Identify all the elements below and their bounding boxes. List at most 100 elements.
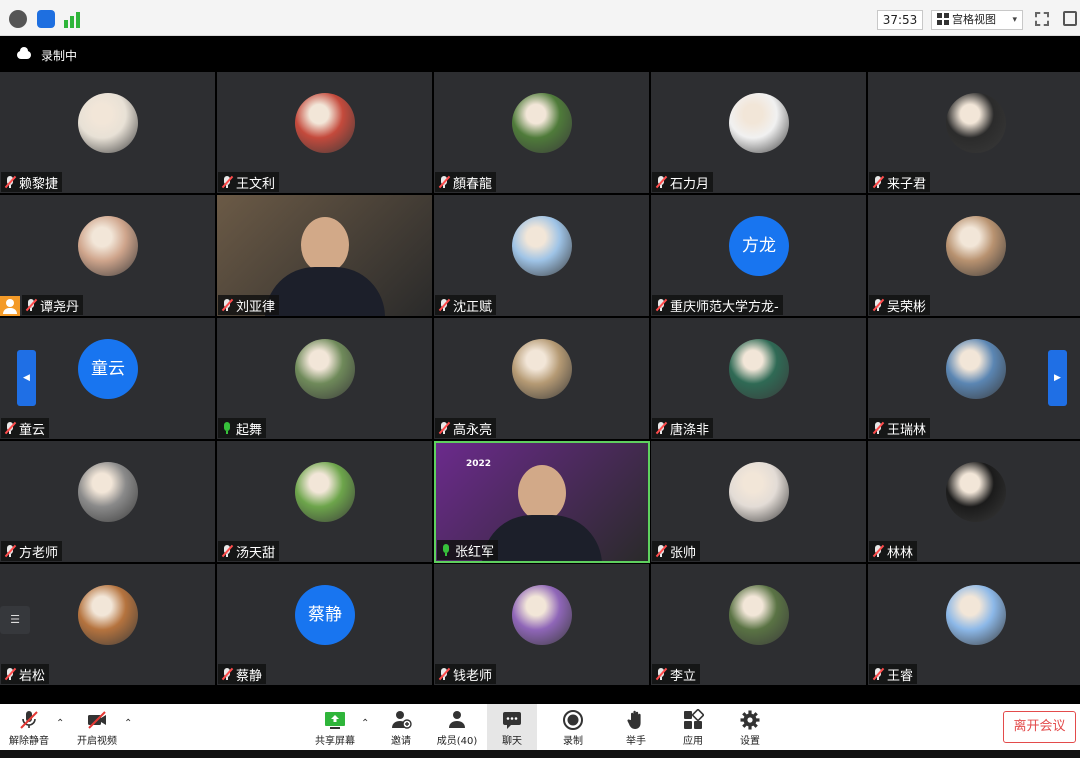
- participant-name: 高永亮: [453, 422, 493, 438]
- mute-slash: [438, 421, 451, 435]
- mute-slash: [872, 298, 885, 312]
- mic-muted-icon: [20, 711, 38, 729]
- participant-label: 汤天甜: [218, 541, 280, 561]
- start-video-button[interactable]: 开启视频: [72, 704, 122, 750]
- participant-tile[interactable]: 高永亮: [434, 318, 650, 440]
- mute-slash: [655, 667, 668, 681]
- mic-muted-icon: [654, 667, 668, 681]
- participant-name: 汤天甜: [236, 545, 276, 561]
- participant-tile[interactable]: 王睿: [868, 564, 1080, 686]
- participant-tile[interactable]: 王文利: [217, 72, 433, 194]
- mic-muted-icon: [437, 298, 451, 312]
- participant-tile[interactable]: 谭尧丹: [0, 195, 216, 317]
- info-icon[interactable]: [9, 10, 27, 28]
- participant-tile[interactable]: 方老师: [0, 441, 216, 563]
- participant-tile[interactable]: 钱老师: [434, 564, 650, 686]
- record-button[interactable]: 录制: [552, 704, 594, 750]
- participant-label: 赖黎捷: [1, 172, 63, 192]
- video-person-silhouette: [518, 465, 566, 521]
- participant-label: 蔡静: [218, 664, 267, 684]
- participant-tile[interactable]: 方龙 重庆师范大学方龙-: [651, 195, 867, 317]
- participant-name: 石力月: [670, 176, 710, 192]
- grid-view-icon: [937, 13, 949, 25]
- mic-muted-icon: [871, 544, 885, 558]
- mic-muted-icon: [3, 667, 17, 681]
- participant-tile[interactable]: 李立: [651, 564, 867, 686]
- mic-muted-icon: [437, 175, 451, 189]
- fullscreen-icon[interactable]: [1035, 12, 1049, 26]
- participant-label: 吴荣彬: [869, 295, 931, 315]
- view-mode-button[interactable]: 宫格视图 ▾: [931, 10, 1023, 30]
- chat-button[interactable]: 聊天: [487, 704, 537, 750]
- mic-muted-icon: [654, 544, 668, 558]
- photo-avatar: [512, 585, 572, 645]
- participant-label: 林林: [869, 541, 918, 561]
- photo-avatar: [78, 93, 138, 153]
- next-page-button[interactable]: ▶: [1048, 350, 1067, 406]
- participant-name: 顏春龍: [453, 176, 493, 192]
- signal-icon[interactable]: [64, 10, 82, 28]
- mic-muted-icon: [654, 421, 668, 435]
- prev-page-button[interactable]: ◀: [17, 350, 36, 406]
- participant-tile[interactable]: 起舞: [217, 318, 433, 440]
- participant-tile[interactable]: 吴荣彬: [868, 195, 1080, 317]
- mute-slash: [221, 667, 234, 681]
- participant-label: 方老师: [1, 541, 63, 561]
- mute-slash: [221, 175, 234, 189]
- photo-avatar: [729, 462, 789, 522]
- participant-name: 刘亚律: [236, 299, 276, 315]
- leave-meeting-button[interactable]: 离开会议: [1003, 711, 1076, 743]
- participant-tile[interactable]: 刘亚律: [217, 195, 433, 317]
- participant-tile[interactable]: 林林: [868, 441, 1080, 563]
- mute-slash: [655, 421, 668, 435]
- mute-slash: [438, 298, 451, 312]
- participant-tile[interactable]: 张红军 2022: [434, 441, 650, 563]
- participant-tile[interactable]: 张帅: [651, 441, 867, 563]
- floating-list-widget[interactable]: ☰: [0, 606, 30, 634]
- apps-button[interactable]: 应用: [672, 704, 714, 750]
- sidebar-toggle-icon[interactable]: [1063, 11, 1077, 26]
- participant-name: 沈正赋: [453, 299, 493, 315]
- mic-muted-icon: [871, 421, 885, 435]
- participant-grid: 赖黎捷 王文利 顏春龍 石力月 来子君谭尧丹 刘亚律 沈正赋 方龙 重庆师范大学方龙- 吴荣彬童云…: [0, 72, 1080, 686]
- settings-button[interactable]: 设置: [729, 704, 771, 750]
- participant-label: 王瑞林: [869, 418, 931, 438]
- video-options-icon[interactable]: ⌃: [124, 718, 132, 729]
- participant-tile[interactable]: 汤天甜: [217, 441, 433, 563]
- mute-slash: [655, 544, 668, 558]
- share-screen-button[interactable]: 共享屏幕: [312, 704, 358, 750]
- shield-icon[interactable]: [37, 10, 55, 28]
- share-options-icon[interactable]: ⌃: [361, 718, 369, 729]
- audio-options-icon[interactable]: ⌃: [56, 718, 64, 729]
- participant-tile[interactable]: 唐涤非: [651, 318, 867, 440]
- mic-muted-icon: [437, 667, 451, 681]
- participant-tile[interactable]: 石力月: [651, 72, 867, 194]
- participant-tile[interactable]: 顏春龍: [434, 72, 650, 194]
- unmute-button[interactable]: 解除静音: [4, 704, 54, 750]
- chevron-down-icon: ▾: [1012, 15, 1017, 25]
- photo-avatar: [946, 216, 1006, 276]
- record-label: 录制: [563, 736, 583, 747]
- participant-label: 李立: [652, 664, 701, 684]
- participant-label: 王睿: [869, 664, 918, 684]
- participant-tile[interactable]: 蔡静 蔡静: [217, 564, 433, 686]
- mute-slash: [4, 175, 17, 189]
- members-button[interactable]: 成员(40): [432, 704, 482, 750]
- participant-name: 谭尧丹: [40, 299, 80, 315]
- photo-avatar: [512, 93, 572, 153]
- participant-tile[interactable]: 赖黎捷: [0, 72, 216, 194]
- top-bar: 37:53 宫格视图 ▾: [0, 0, 1080, 36]
- chevron-left-icon: ◀: [23, 373, 30, 383]
- invite-button[interactable]: 邀请: [380, 704, 422, 750]
- participant-name: 林林: [887, 545, 914, 561]
- mic-muted-icon: [220, 667, 234, 681]
- participant-name: 王睿: [887, 668, 914, 684]
- participant-label: 童云: [1, 418, 50, 438]
- meeting-window: 37:53 宫格视图 ▾ 录制中 赖黎捷 王文利 顏春龍 石力月 来子君 谭尧丹 刘亚律 沈正…: [0, 0, 1080, 758]
- raise-hand-button[interactable]: 举手: [615, 704, 657, 750]
- participant-tile[interactable]: 来子君: [868, 72, 1080, 194]
- participant-tile[interactable]: 岩松: [0, 564, 216, 686]
- photo-avatar: [512, 216, 572, 276]
- mic-muted-icon: [3, 175, 17, 189]
- participant-tile[interactable]: 沈正赋: [434, 195, 650, 317]
